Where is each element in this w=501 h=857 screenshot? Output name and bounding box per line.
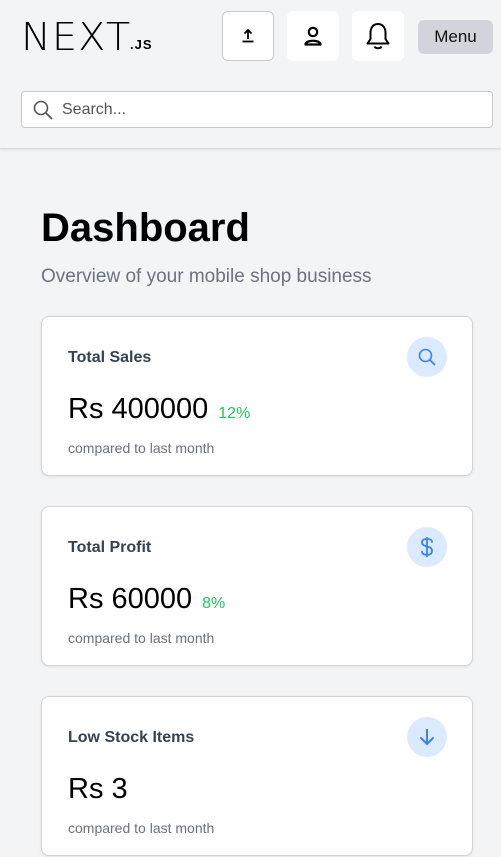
page-title: Dashboard xyxy=(41,206,250,250)
menu-button[interactable]: Menu xyxy=(418,20,493,54)
arrow-down-icon xyxy=(407,717,447,757)
page-subtitle: Overview of your mobile shop business xyxy=(41,266,372,287)
card-value: Rs 3 xyxy=(68,773,128,805)
logo-main-text: NEXT xyxy=(21,15,132,59)
card-label: Total Profit xyxy=(68,539,152,556)
notifications-button[interactable] xyxy=(352,11,404,61)
upload-button[interactable] xyxy=(222,11,274,61)
stat-card-low-stock: Low Stock Items Rs 3 compared to last mo… xyxy=(41,696,473,856)
card-change: 12% xyxy=(218,405,251,422)
upload-icon xyxy=(240,28,256,44)
card-change: 8% xyxy=(202,595,226,612)
card-note: compared to last month xyxy=(68,630,215,646)
search-bar[interactable] xyxy=(21,91,493,128)
search-input[interactable] xyxy=(62,100,472,119)
search-icon xyxy=(32,99,54,121)
card-value: Rs 400000 xyxy=(68,393,209,425)
stat-card-total-sales: Total Sales Rs 400000 12% compared to la… xyxy=(41,316,473,476)
card-label: Low Stock Items xyxy=(68,729,195,746)
card-label: Total Sales xyxy=(68,349,152,366)
stat-card-total-profit: Total Profit Rs 60000 8% compared to las… xyxy=(41,506,473,666)
bell-icon xyxy=(364,21,392,51)
card-value-row: Rs 400000 12% xyxy=(68,393,250,426)
user-icon xyxy=(302,25,324,47)
dollar-icon xyxy=(407,527,447,567)
card-value-row: Rs 60000 8% xyxy=(68,583,225,616)
nextjs-logo[interactable]: NEXT .JS xyxy=(21,15,153,59)
search-icon xyxy=(407,337,447,377)
card-note: compared to last month xyxy=(68,820,215,836)
card-value: Rs 60000 xyxy=(68,583,193,615)
top-header: NEXT .JS Menu xyxy=(0,0,501,149)
logo-sub-text: .JS xyxy=(130,37,153,52)
user-profile-button[interactable] xyxy=(287,11,339,61)
card-value-row: Rs 3 xyxy=(68,773,138,806)
card-note: compared to last month xyxy=(68,440,215,456)
